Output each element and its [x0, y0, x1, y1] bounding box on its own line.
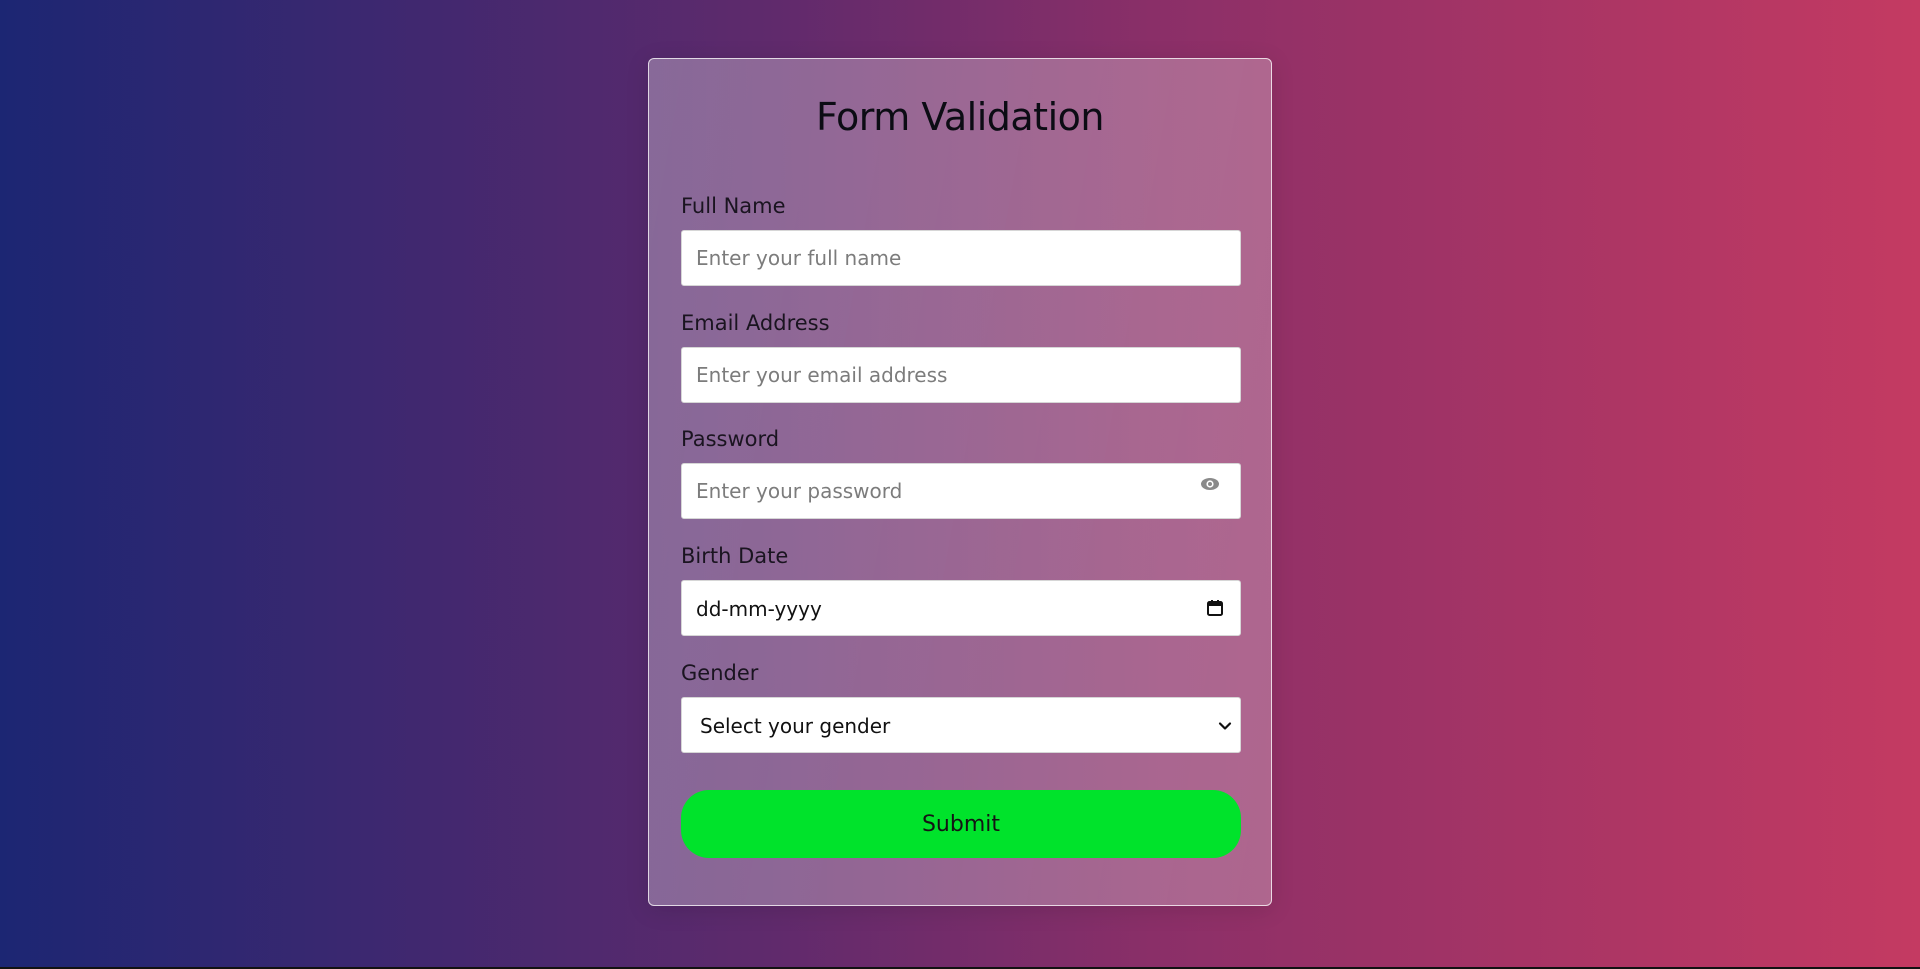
email-input-box [681, 347, 1241, 403]
calendar-icon[interactable] [1206, 599, 1224, 617]
full-name-field: Full Name [681, 192, 1241, 286]
eye-icon[interactable] [1200, 476, 1222, 498]
gender-selected-value: Select your gender [700, 714, 891, 738]
birth-date-input[interactable]: dd-mm-yyyy [681, 580, 1241, 636]
password-label: Password [681, 427, 780, 451]
birth-date-value: dd-mm-yyyy [696, 597, 822, 621]
gender-select[interactable]: Select your gender [681, 697, 1241, 753]
gender-label: Gender [681, 661, 759, 685]
chevron-down-icon [1218, 718, 1232, 732]
birth-date-label: Birth Date [681, 544, 789, 568]
password-input-box [681, 463, 1241, 519]
full-name-input[interactable] [682, 231, 1240, 285]
full-name-input-box [681, 230, 1241, 286]
email-field: Email Address [681, 309, 1241, 403]
email-input[interactable] [682, 348, 1240, 402]
submit-button[interactable]: Submit [681, 790, 1241, 858]
password-field: Password [681, 425, 1241, 519]
full-name-label: Full Name [681, 194, 786, 218]
form-card: Form Validation Full Name Email Address … [648, 58, 1272, 906]
email-label: Email Address [681, 311, 830, 335]
password-input[interactable] [682, 464, 1240, 518]
page-title: Form Validation [816, 95, 1104, 139]
gender-field: Gender Select your gender [681, 659, 1241, 753]
birth-date-field: Birth Date dd-mm-yyyy [681, 542, 1241, 636]
